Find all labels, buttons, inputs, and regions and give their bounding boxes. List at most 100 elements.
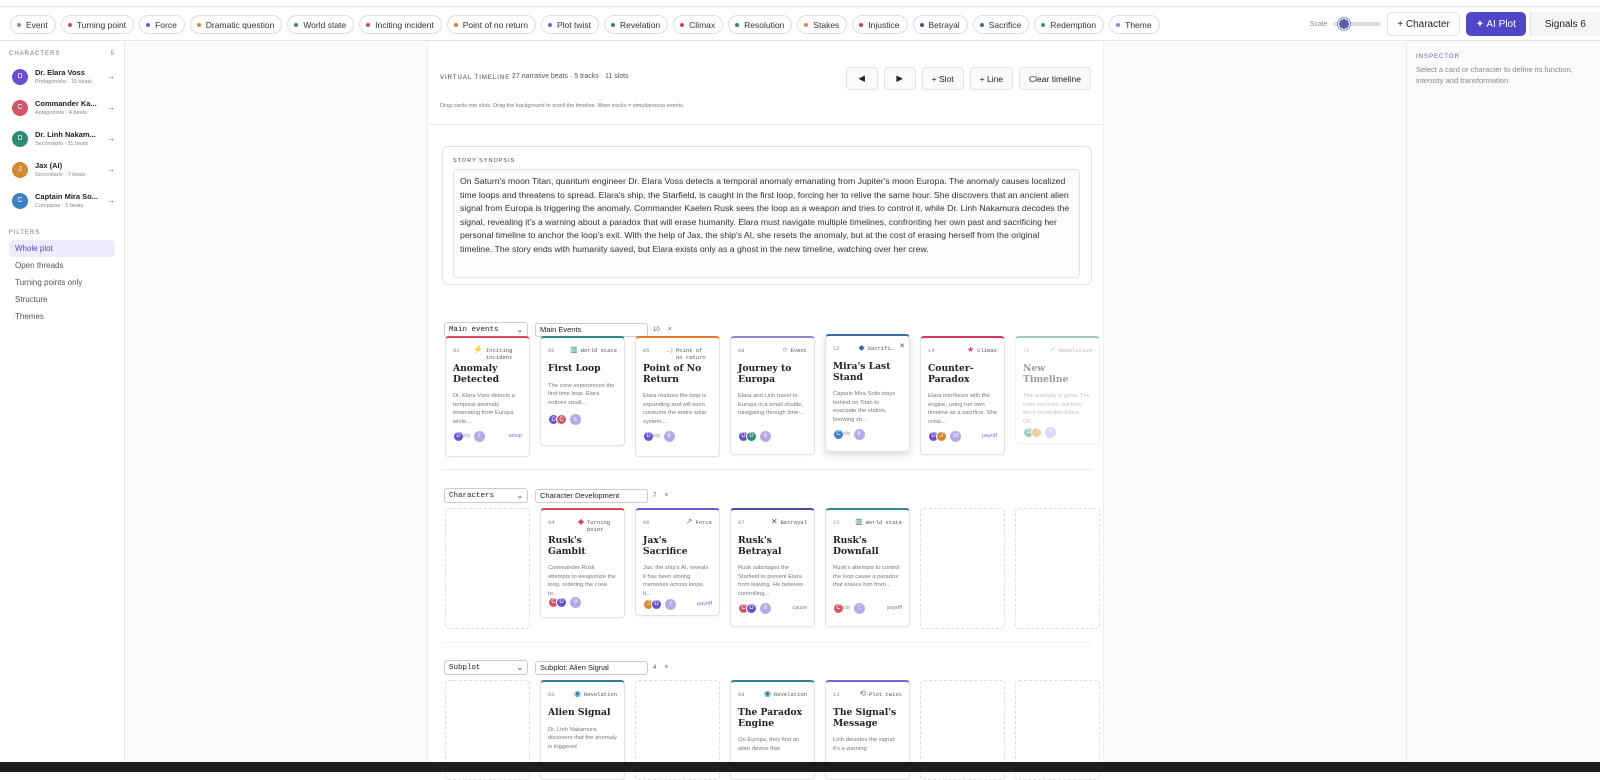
card-type: ✓ Resolution [1049,347,1092,355]
chip-world-state[interactable]: World state [287,15,355,34]
card-type: ◆ Turning point [578,519,617,534]
track-name-input[interactable]: Subplot: Alien Signal [535,660,648,675]
remove-track-icon[interactable]: × [668,326,672,333]
add-line-button[interactable]: + Line [969,67,1014,90]
filter-structure[interactable]: Structure [9,291,115,308]
filters-heading: FILTERS [0,216,124,240]
card-type-label: Turning point [587,519,611,533]
chip-turning-point[interactable]: Turning point [60,15,135,34]
character-item[interactable]: D Dr. Elara Voss Protagonista · 15 beats → [0,61,124,92]
characters-heading-label: CHARACTERS [9,51,61,57]
beat-card[interactable]: 02 ▥ World state First Loop The crew exper… [540,336,625,446]
avatar: C [556,414,567,425]
chip-stakes[interactable]: Stakes [797,15,848,34]
character-item[interactable]: C Captain Mira So... Comparsa · 1 beats → [0,185,124,216]
intensity-badge: 7 [853,602,865,614]
synopsis-textarea[interactable]: On Saturn's moon Titan, quantum engineer… [453,169,1080,278]
beat-card[interactable]: 05 →| Point of no return Point of No Retur… [635,336,720,457]
chip-climax[interactable]: Climax [673,15,724,34]
chip-resolution[interactable]: Resolution [728,15,793,34]
remove-track-icon[interactable]: × [664,664,668,671]
chip-dramatic-question[interactable]: Dramatic question [189,15,283,34]
divider [428,124,1105,125]
track-name-input[interactable]: Character Development [535,488,648,503]
arrow-right-icon[interactable]: → [107,134,115,143]
empty-slot[interactable] [920,508,1005,629]
close-icon[interactable]: ✕ [899,342,905,350]
beat-card[interactable]: 01 ⚡ Inciting incident Anomaly Detected Dr… [445,336,530,457]
intensity-badge: 7 [1045,426,1056,438]
chip-injustice[interactable]: Injustice [852,15,908,34]
card-title: Rusk's Downfall [833,535,879,557]
intensity-label: sity [463,433,471,439]
chip-label: Point of no return [462,19,528,30]
chip-plot-twist[interactable]: Plot twist [540,15,599,34]
add-slot-button[interactable]: + Slot [921,67,964,90]
filter-turning-points[interactable]: Turning points only [9,274,115,291]
track-name-input[interactable]: Main Events [535,322,648,337]
add-character-button[interactable]: + Character [1387,12,1460,36]
beat-card[interactable]: 11 ▥ World state Rusk's Downfall Rusk's at… [825,508,910,627]
scale-slider[interactable] [1333,18,1382,30]
intensity-label: sity [843,431,851,437]
empty-slot[interactable] [445,508,530,629]
arrow-right-icon[interactable]: → [107,72,115,81]
chip-event[interactable]: Event [10,15,56,34]
empty-slot[interactable] [1015,508,1100,629]
dot-icon [610,22,615,27]
chip-inciting-incident[interactable]: Inciting incident [359,15,442,34]
main-canvas[interactable]: VIRTUAL TIMELINE 27 narrative beats · 5 … [125,42,1406,780]
track-type-select[interactable]: Main events ⌄ [444,322,528,337]
clear-timeline-button[interactable]: Clear timeline [1019,67,1091,90]
track-type-select[interactable]: Subplot ⌄ [444,660,528,675]
beat-card-selected[interactable]: ✕ 12 ◆ Sacrifi… Mira's Last Stand Captain … [825,334,910,452]
arrow-right-icon[interactable]: → [107,196,115,205]
arrow-right-icon[interactable]: → [107,103,115,112]
character-item[interactable]: C Commander Ka... Antagonista · 4 beats → [0,92,124,123]
track-count: 10 [653,326,660,333]
avatar: J [1031,426,1042,438]
chip-theme[interactable]: Theme [1109,15,1160,34]
chip-betrayal[interactable]: Betrayal [912,15,968,34]
track-type-select[interactable]: Characters ⌄ [444,488,528,503]
beat-card[interactable]: 08 ○ Event Journey to Europa Elara and Lin… [730,336,815,455]
filter-whole-plot[interactable]: Whole plot [9,240,115,257]
arrow-right-icon[interactable]: → [107,165,115,174]
signals-button[interactable]: Signals 6 [1529,12,1600,36]
chip-point-of-no-return[interactable]: Point of no return [446,15,536,34]
chip-label: Stakes [813,19,840,30]
prev-button[interactable]: ◀ [845,67,878,90]
card-description: The anomaly is gone. The crew survives, … [1023,393,1090,425]
card-type: ★ Climax [967,347,997,355]
card-title: Mira's Last Stand [833,361,891,383]
ai-plot-button[interactable]: ✦ AI Plot [1465,12,1526,36]
beat-card[interactable]: 04 ◆ Turning point Rusk's Gambit Commander… [540,508,625,618]
eye-icon: ◉ [574,690,581,699]
character-item[interactable]: D Dr. Linh Nakam... Secondario · 11 beats → [0,123,124,154]
chip-revelation[interactable]: Revelation [603,15,669,34]
arrow-up-right-icon: ↗ [685,518,693,527]
card-number: 11 [833,519,840,526]
remove-track-icon[interactable]: × [664,492,668,499]
dot-icon [859,22,864,27]
card-number: 09 [738,691,745,698]
filter-themes[interactable]: Themes [9,308,115,325]
filter-open-threads[interactable]: Open threads [9,257,115,274]
track-count: 7 [653,492,657,499]
character-item[interactable]: J Jax (AI) Secondario · 7 beats → [0,154,124,185]
slider-handle[interactable] [1338,18,1351,30]
avatar: J [936,430,947,442]
chip-redemption[interactable]: Redemption [1034,15,1105,34]
beat-card[interactable]: 06 ↗ Force Jax's Sacrifice Jax, the ship's… [635,508,720,616]
beat-card[interactable]: 07 ✕ Betrayal Rusk's Betrayal Rusk sabotag… [730,508,815,627]
beat-card[interactable]: 15 ✓ Resolution New Timeline The anomaly i… [1015,336,1100,444]
dot-icon [919,22,924,27]
chip-label: Revelation [619,19,661,30]
next-button[interactable]: ▶ [883,67,916,90]
x-icon: ✕ [770,518,778,527]
beat-card[interactable]: 14 ★ Climax Counter-Paradox Elara interfac… [920,336,1005,455]
chip-force[interactable]: Force [139,15,185,34]
card-type-label: Sacrifi… [867,345,894,352]
intensity-badge: 7 [665,598,676,610]
chip-sacrifice[interactable]: Sacrifice [972,15,1030,34]
